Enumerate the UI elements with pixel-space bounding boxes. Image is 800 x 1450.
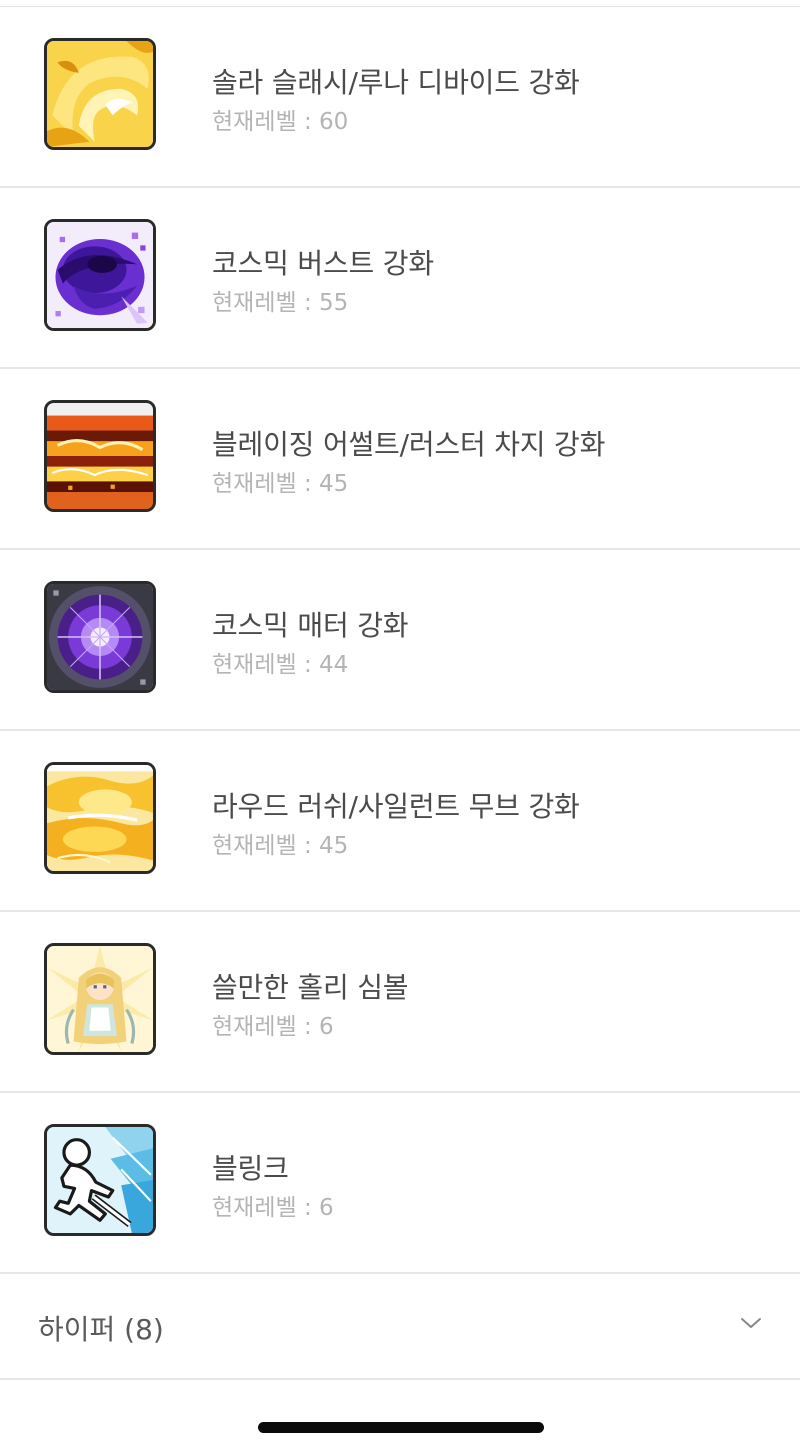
- loud-rush-icon: [44, 762, 156, 874]
- cosmic-matter-icon: [44, 581, 156, 693]
- home-indicator[interactable]: [258, 1422, 544, 1433]
- list-item[interactable]: 코스믹 버스트 강화 현재레벨 : 55: [0, 188, 800, 369]
- blazing-assault-icon: [44, 400, 156, 512]
- skill-level: 현재레벨 : 6: [212, 1195, 334, 1221]
- list-item[interactable]: 블레이징 어썰트/러스터 차지 강화 현재레벨 : 45: [0, 369, 800, 550]
- skill-level: 현재레벨 : 55: [212, 290, 349, 316]
- skill-name: 블링크: [212, 1152, 289, 1185]
- cosmic-burst-icon: [44, 219, 156, 331]
- chevron-down-icon[interactable]: [740, 1316, 762, 1330]
- section-title: 하이퍼 (8): [38, 1313, 164, 1346]
- skill-level: 현재레벨 : 60: [212, 109, 349, 135]
- skill-level: 현재레벨 : 45: [212, 833, 349, 859]
- skill-name: 솔라 슬래시/루나 디바이드 강화: [212, 66, 580, 99]
- solar-slash-icon: [44, 38, 156, 150]
- skill-name: 블레이징 어썰트/러스터 차지 강화: [212, 428, 606, 461]
- list-item[interactable]: 솔라 슬래시/루나 디바이드 강화 현재레벨 : 60: [0, 7, 800, 188]
- list-item[interactable]: 코스믹 매터 강화 현재레벨 : 44: [0, 550, 800, 731]
- holy-symbol-icon: [44, 943, 156, 1055]
- skill-name: 코스믹 버스트 강화: [212, 247, 434, 280]
- hyper-section-header[interactable]: 하이퍼 (8): [0, 1272, 800, 1380]
- list-item[interactable]: 쓸만한 홀리 심볼 현재레벨 : 6: [0, 912, 800, 1093]
- skill-list: 솔라 슬래시/루나 디바이드 강화 현재레벨 : 60 코스믹 버스트 강화 현…: [0, 7, 800, 1274]
- skill-level: 현재레벨 : 44: [212, 652, 349, 678]
- blink-icon: [44, 1124, 156, 1236]
- skill-name: 코스믹 매터 강화: [212, 609, 409, 642]
- skill-name: 라우드 러쉬/사일런트 무브 강화: [212, 790, 580, 823]
- list-item[interactable]: 라우드 러쉬/사일런트 무브 강화 현재레벨 : 45: [0, 731, 800, 912]
- skill-level: 현재레벨 : 6: [212, 1014, 334, 1040]
- skill-level: 현재레벨 : 45: [212, 471, 349, 497]
- skill-name: 쓸만한 홀리 심볼: [212, 971, 409, 1004]
- list-item[interactable]: 블링크 현재레벨 : 6: [0, 1093, 800, 1274]
